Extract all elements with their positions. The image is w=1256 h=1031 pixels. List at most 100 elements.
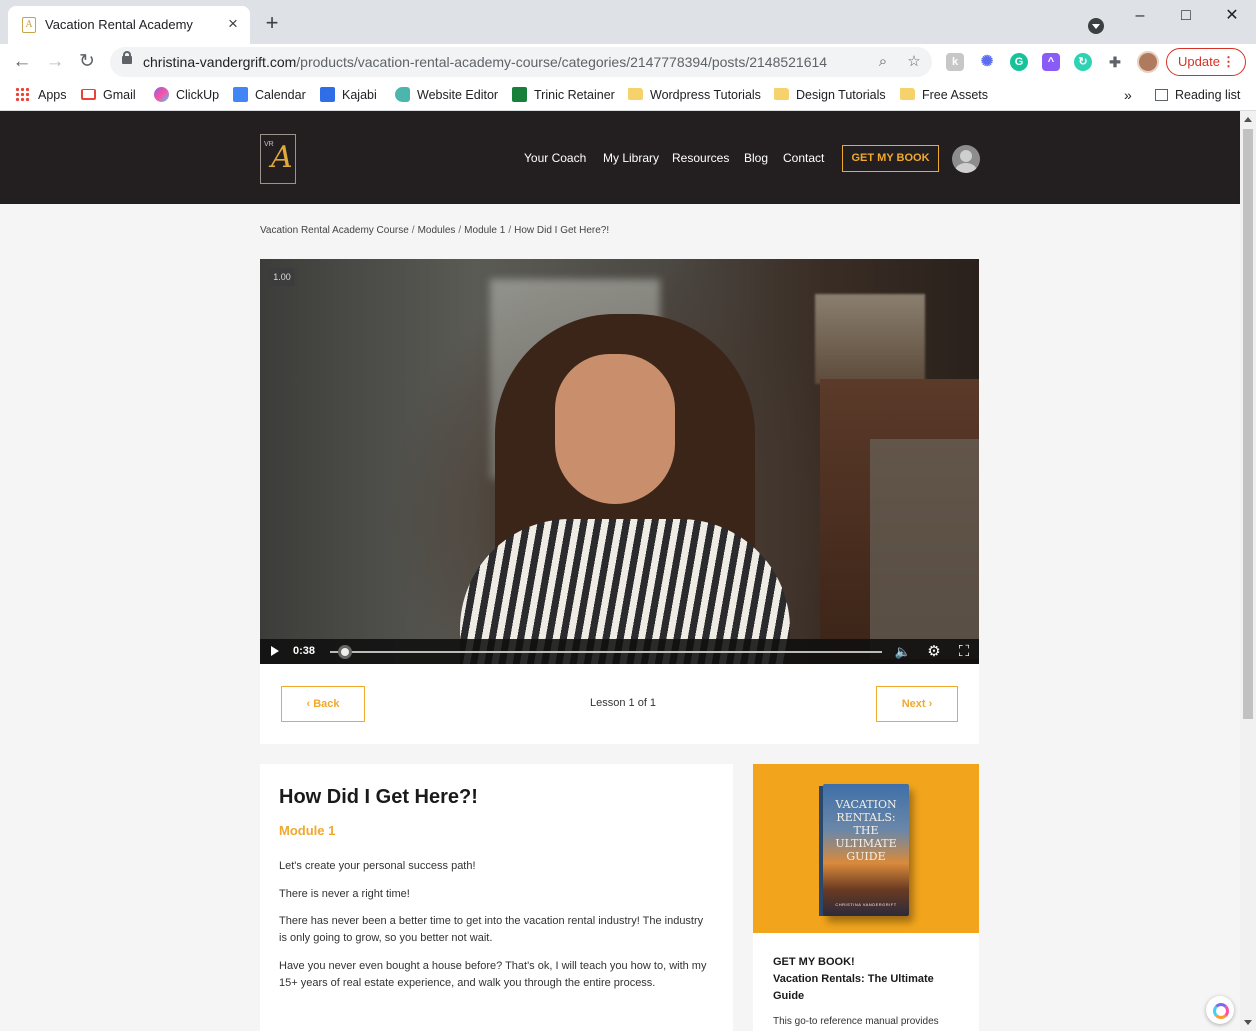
breadcrumb-module[interactable]: Module 1 (464, 225, 505, 236)
bookmark-label: Website Editor (417, 88, 499, 102)
bookmark-label: Free Assets (922, 88, 988, 102)
clickup-extension-icon[interactable]: ^ (1042, 53, 1060, 71)
bookmark-label: Wordpress Tutorials (650, 88, 761, 102)
close-tab-icon[interactable]: × (224, 15, 242, 33)
apps-grid-icon (15, 87, 30, 102)
bookmark-trinic-retainer[interactable]: Trinic Retainer (512, 85, 615, 105)
bookmark-free-assets[interactable]: Free Assets (900, 85, 988, 105)
user-avatar-icon[interactable] (952, 145, 980, 173)
post-paragraph: Let's create your personal success path! (279, 860, 476, 872)
grammarly-icon[interactable]: G (1010, 53, 1028, 71)
back-label: Back (313, 698, 340, 710)
lock-icon (122, 51, 132, 64)
nav-your-coach[interactable]: Your Coach (524, 151, 586, 165)
playback-speed[interactable]: 1.00 (269, 268, 295, 286)
book-cover: VACATION RENTALS: THE ULTIMATE GUIDE CHR… (823, 784, 909, 916)
zoom-icon[interactable]: ⌕ (872, 51, 894, 73)
fullscreen-icon[interactable]: ⛶ (955, 643, 973, 661)
video-background (815, 294, 925, 384)
nav-my-library[interactable]: My Library (603, 151, 659, 165)
url-text: christina-vandergrift.com/products/vacat… (143, 54, 827, 70)
post-content: How Did I Get Here?! Module 1 Let's crea… (260, 764, 733, 1031)
browser-tab[interactable]: A Vacation Rental Academy × (8, 6, 250, 44)
post-paragraph: There has never been a better time to ge… (279, 915, 704, 944)
new-tab-icon[interactable]: + (260, 12, 284, 36)
scroll-thumb[interactable] (1243, 129, 1253, 719)
bookmark-label: Trinic Retainer (534, 88, 615, 102)
maximize-icon[interactable]: □ (1176, 6, 1196, 26)
bookmark-calendar[interactable]: Calendar (233, 85, 306, 105)
extensions-puzzle-icon[interactable]: ✚ (1106, 53, 1124, 71)
forward-arrow-icon[interactable]: → (43, 50, 67, 74)
minimize-icon[interactable]: – (1130, 6, 1150, 26)
more-bookmarks-icon[interactable]: » (1124, 85, 1132, 105)
scroll-up-icon[interactable] (1244, 117, 1252, 122)
menu-dots-icon[interactable]: ⋮ (1222, 49, 1235, 75)
reading-list-icon (1155, 89, 1168, 101)
extension-star-icon[interactable]: ✺ (978, 53, 996, 71)
update-button[interactable]: Update ⋮ (1166, 48, 1246, 76)
sheets-icon (512, 87, 527, 102)
reading-list-label: Reading list (1175, 88, 1241, 102)
breadcrumb: Vacation Rental Academy Course / Modules / M… (260, 225, 609, 236)
clickup-floating-icon[interactable] (1206, 996, 1234, 1024)
reading-list-button[interactable]: Reading list (1155, 85, 1240, 105)
reload-icon[interactable]: ↻ (75, 50, 99, 74)
bookmark-star-icon[interactable]: ☆ (903, 51, 925, 73)
bookmark-kajabi[interactable]: Kajabi (320, 85, 377, 105)
video-player[interactable]: 1.00 0:38 🔈 ⚙ ⛶ (260, 259, 979, 664)
post-paragraph: There is never a right time! (279, 888, 410, 900)
bookmark-clickup[interactable]: ClickUp (154, 85, 219, 105)
breadcrumb-course[interactable]: Vacation Rental Academy Course (260, 225, 409, 236)
seek-bar[interactable] (330, 651, 882, 653)
scroll-down-icon[interactable] (1244, 1020, 1252, 1025)
bookmark-apps[interactable]: Apps (15, 85, 67, 105)
bookmark-gmail[interactable]: Gmail (81, 85, 136, 105)
back-button[interactable]: ‹ Back (281, 686, 365, 722)
book-image[interactable]: VACATION RENTALS: THE ULTIMATE GUIDE CHR… (753, 764, 979, 933)
profile-avatar[interactable] (1137, 51, 1159, 73)
nav-resources[interactable]: Resources (672, 151, 729, 165)
bookmark-label: ClickUp (176, 88, 220, 102)
tab-search-icon[interactable] (1088, 18, 1104, 34)
book-heading-line1: GET MY BOOK! (773, 956, 855, 968)
extension-icon[interactable]: k (946, 53, 964, 71)
window-close-icon[interactable]: ✕ (1222, 6, 1242, 26)
extension-refresh-icon[interactable]: ↻ (1074, 53, 1092, 71)
kajabi-icon (320, 87, 335, 102)
site-logo[interactable]: VR A (260, 134, 296, 184)
logo-letters: VR (264, 141, 274, 148)
bookmark-design-tutorials[interactable]: Design Tutorials (774, 85, 886, 105)
next-button[interactable]: Next › (876, 686, 958, 722)
bookmark-website-editor[interactable]: Website Editor (395, 85, 498, 105)
back-arrow-icon[interactable]: ← (10, 50, 34, 74)
post-title: How Did I Get Here?! (279, 786, 478, 808)
nav-contact[interactable]: Contact (783, 151, 824, 165)
lesson-navigation: ‹ Back Lesson 1 of 1 Next › (260, 664, 979, 744)
browser-toolbar: ← → ↻ christina-vandergrift.com/products… (0, 44, 1256, 80)
page-scrollbar[interactable] (1240, 111, 1256, 1031)
bookmark-label: Calendar (255, 88, 306, 102)
video-subject (555, 354, 675, 504)
book-description: This go-to reference manual provides (773, 1016, 939, 1027)
clickup-icon (154, 87, 169, 102)
bookmark-label: Kajabi (342, 88, 377, 102)
breadcrumb-separator: / (458, 225, 462, 236)
play-icon[interactable] (271, 646, 279, 656)
book-heading-line2: Vacation Rentals: The Ultimate Guide (773, 973, 934, 1002)
bookmark-label: Gmail (103, 88, 136, 102)
bookmark-wordpress-tutorials[interactable]: Wordpress Tutorials (628, 85, 761, 105)
url-host: christina-vandergrift.com (143, 54, 297, 70)
tab-strip: A Vacation Rental Academy × + – □ ✕ (0, 0, 1256, 44)
browser-chrome: A Vacation Rental Academy × + – □ ✕ ← → … (0, 0, 1256, 111)
address-bar[interactable]: christina-vandergrift.com/products/vacat… (110, 47, 932, 77)
settings-gear-icon[interactable]: ⚙ (925, 643, 943, 661)
site-favicon-icon: A (22, 17, 36, 33)
get-my-book-button[interactable]: GET MY BOOK (842, 145, 939, 172)
book-promo-card[interactable]: VACATION RENTALS: THE ULTIMATE GUIDE CHR… (753, 764, 979, 1031)
nav-blog[interactable]: Blog (744, 151, 768, 165)
seek-handle[interactable] (338, 645, 353, 659)
site-header: VR A Your Coach My Library Resources Blo… (0, 111, 1240, 204)
mute-icon[interactable]: 🔈 (894, 643, 912, 661)
breadcrumb-modules[interactable]: Modules (418, 225, 456, 236)
